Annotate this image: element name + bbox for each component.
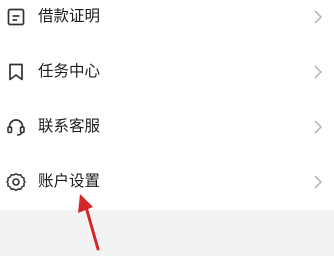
chevron-right-icon: [313, 174, 323, 190]
bookmark-icon: [6, 62, 26, 82]
menu-item-loan-certificate[interactable]: 借款证明: [0, 0, 334, 44]
chevron-right-icon: [313, 9, 323, 25]
gear-icon: [6, 172, 26, 192]
menu-item-label: 借款证明: [38, 7, 101, 25]
menu-item-contact-support[interactable]: 联系客服: [0, 99, 334, 154]
menu-card: 借款证明 任务中心 联系客服 账户设置: [0, 0, 334, 210]
menu-item-label: 任务中心: [38, 62, 101, 80]
chevron-right-icon: [313, 64, 323, 80]
menu-item-account-settings[interactable]: 账户设置: [0, 154, 334, 209]
menu-item-label: 联系客服: [38, 117, 101, 135]
chevron-right-icon: [313, 119, 323, 135]
page-background: [0, 210, 334, 256]
menu-item-label: 账户设置: [38, 172, 101, 190]
headset-icon: [6, 117, 26, 137]
document-icon: [6, 7, 26, 27]
menu-item-task-center[interactable]: 任务中心: [0, 44, 334, 99]
